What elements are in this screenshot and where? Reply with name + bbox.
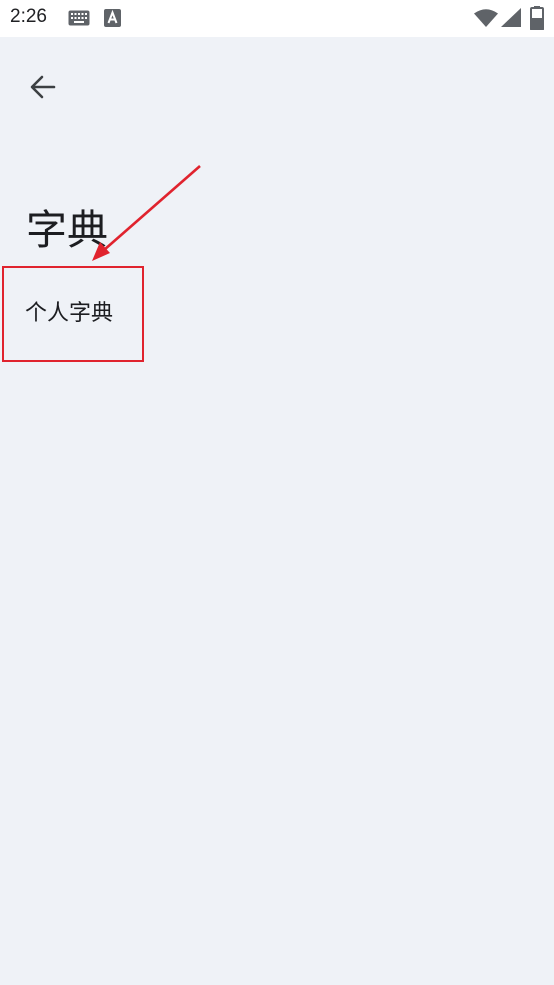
- list-item-personal-dictionary[interactable]: 个人字典: [4, 268, 554, 360]
- arrow-left-icon: [30, 75, 56, 99]
- a-icon: [104, 9, 121, 27]
- list-item-label: 个人字典: [25, 301, 114, 326]
- wifi-icon: [474, 9, 498, 27]
- back-button[interactable]: [19, 63, 67, 111]
- signal-icon: [501, 8, 521, 27]
- keyboard-icon: [68, 10, 90, 26]
- page-title: 字典: [26, 206, 108, 254]
- status-bar: 2:26: [0, 0, 554, 37]
- status-time: 2:26: [10, 6, 47, 27]
- battery-icon: [530, 6, 544, 30]
